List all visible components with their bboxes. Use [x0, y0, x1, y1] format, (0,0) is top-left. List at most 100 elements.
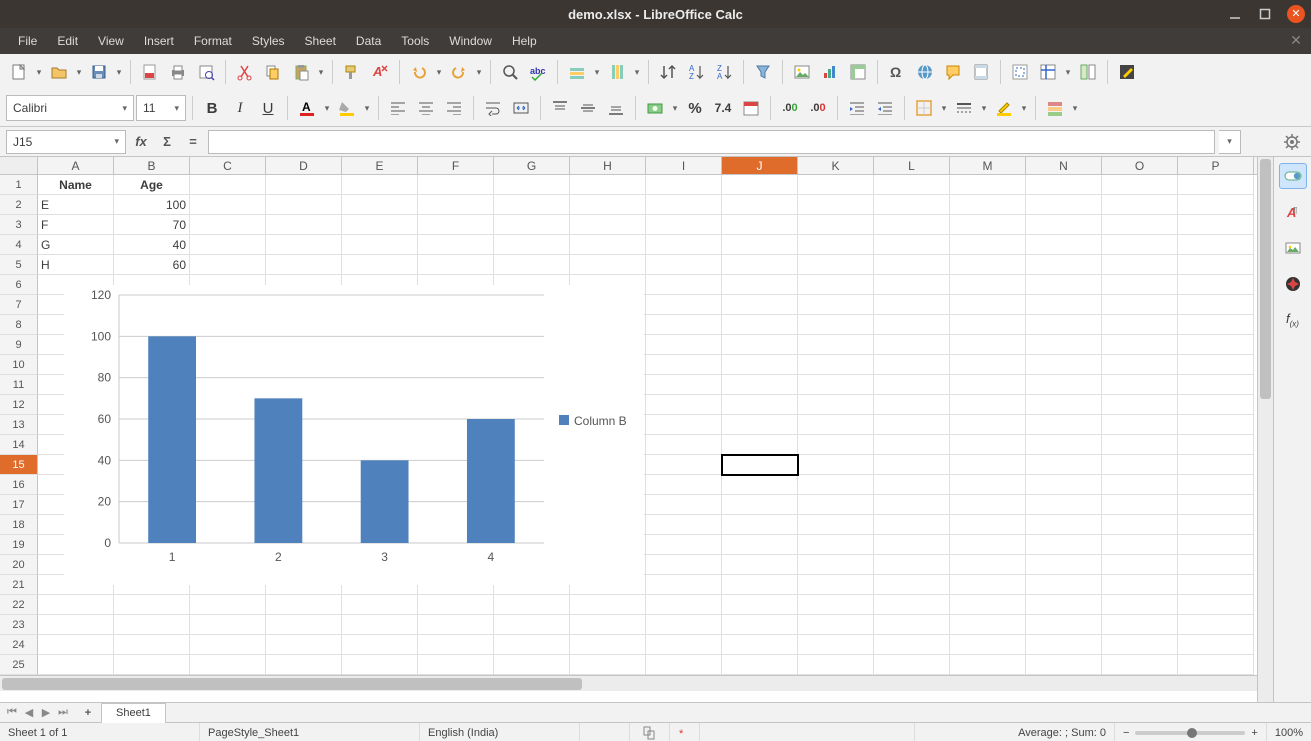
row-button[interactable]: [564, 58, 590, 86]
cell-K22[interactable]: [798, 595, 874, 615]
cell-J13[interactable]: [722, 415, 798, 435]
cell-M17[interactable]: [950, 495, 1026, 515]
cell-N23[interactable]: [1026, 615, 1102, 635]
formula-button[interactable]: =: [182, 131, 204, 153]
number-button[interactable]: 7.4: [710, 94, 736, 122]
row-header-11[interactable]: 11: [0, 375, 38, 395]
cell-P15[interactable]: [1178, 455, 1254, 475]
cell-N20[interactable]: [1026, 555, 1102, 575]
cell-K4[interactable]: [798, 235, 874, 255]
find-button[interactable]: [497, 58, 523, 86]
row-header-14[interactable]: 14: [0, 435, 38, 455]
sort-za-button[interactable]: ZA: [711, 58, 737, 86]
row-header-23[interactable]: 23: [0, 615, 38, 635]
cell-K24[interactable]: [798, 635, 874, 655]
cell-D23[interactable]: [266, 615, 342, 635]
cell-O1[interactable]: [1102, 175, 1178, 195]
cell-E2[interactable]: [342, 195, 418, 215]
draw-button[interactable]: [1114, 58, 1140, 86]
cell-H3[interactable]: [570, 215, 646, 235]
cell-L15[interactable]: [874, 455, 950, 475]
cell-N2[interactable]: [1026, 195, 1102, 215]
cell-E22[interactable]: [342, 595, 418, 615]
cell-K11[interactable]: [798, 375, 874, 395]
cell-E1[interactable]: [342, 175, 418, 195]
cell-B23[interactable]: [114, 615, 190, 635]
cell-M24[interactable]: [950, 635, 1026, 655]
row-dropdown[interactable]: ▾: [592, 58, 602, 86]
cell-N18[interactable]: [1026, 515, 1102, 535]
cell-I15[interactable]: [646, 455, 722, 475]
align-top-button[interactable]: [547, 94, 573, 122]
add-sheet-button[interactable]: +: [79, 704, 97, 722]
cell-M8[interactable]: [950, 315, 1026, 335]
row-header-20[interactable]: 20: [0, 555, 38, 575]
col-header-B[interactable]: B: [114, 157, 190, 174]
cell-G1[interactable]: [494, 175, 570, 195]
freeze-dropdown[interactable]: ▾: [1063, 58, 1073, 86]
cell-H1[interactable]: [570, 175, 646, 195]
cell-O2[interactable]: [1102, 195, 1178, 215]
row-header-6[interactable]: 6: [0, 275, 38, 295]
cell-N17[interactable]: [1026, 495, 1102, 515]
cell-J1[interactable]: [722, 175, 798, 195]
cell-O8[interactable]: [1102, 315, 1178, 335]
cell-B24[interactable]: [114, 635, 190, 655]
embedded-chart[interactable]: 0204060801001201234Column B: [64, 285, 644, 585]
cell-K15[interactable]: [798, 455, 874, 475]
currency-dropdown[interactable]: ▾: [670, 94, 680, 122]
cell-D24[interactable]: [266, 635, 342, 655]
cell-N11[interactable]: [1026, 375, 1102, 395]
cell-M18[interactable]: [950, 515, 1026, 535]
cell-J24[interactable]: [722, 635, 798, 655]
date-button[interactable]: [738, 94, 764, 122]
cell-L2[interactable]: [874, 195, 950, 215]
cell-M2[interactable]: [950, 195, 1026, 215]
cell-L20[interactable]: [874, 555, 950, 575]
cell-K13[interactable]: [798, 415, 874, 435]
col-header-N[interactable]: N: [1026, 157, 1102, 174]
cell-P11[interactable]: [1178, 375, 1254, 395]
cell-M3[interactable]: [950, 215, 1026, 235]
new-dropdown[interactable]: ▾: [34, 58, 44, 86]
cell-J22[interactable]: [722, 595, 798, 615]
col-header-C[interactable]: C: [190, 157, 266, 174]
select-all-corner[interactable]: [0, 157, 38, 174]
cell-B1[interactable]: Age: [114, 175, 190, 195]
cell-E4[interactable]: [342, 235, 418, 255]
cell-O10[interactable]: [1102, 355, 1178, 375]
cell-P18[interactable]: [1178, 515, 1254, 535]
paste-dropdown[interactable]: ▾: [316, 58, 326, 86]
cell-K21[interactable]: [798, 575, 874, 595]
cell-I18[interactable]: [646, 515, 722, 535]
cell-K7[interactable]: [798, 295, 874, 315]
cell-B2[interactable]: 100: [114, 195, 190, 215]
cell-I22[interactable]: [646, 595, 722, 615]
row-header-25[interactable]: 25: [0, 655, 38, 675]
cell-H5[interactable]: [570, 255, 646, 275]
highlight-dropdown[interactable]: ▾: [362, 94, 372, 122]
currency-button[interactable]: [642, 94, 668, 122]
sidebar-properties-button[interactable]: [1279, 163, 1307, 189]
cell-F3[interactable]: [418, 215, 494, 235]
cell-P20[interactable]: [1178, 555, 1254, 575]
row-header-1[interactable]: 1: [0, 175, 38, 195]
align-bottom-button[interactable]: [603, 94, 629, 122]
freeze-button[interactable]: [1035, 58, 1061, 86]
close-document-button[interactable]: ✕: [1287, 31, 1305, 49]
row-header-7[interactable]: 7: [0, 295, 38, 315]
cell-F24[interactable]: [418, 635, 494, 655]
cell-E25[interactable]: [342, 655, 418, 675]
cell-N21[interactable]: [1026, 575, 1102, 595]
wrap-text-button[interactable]: [480, 94, 506, 122]
cell-L9[interactable]: [874, 335, 950, 355]
close-button[interactable]: ✕: [1287, 5, 1305, 23]
cell-L14[interactable]: [874, 435, 950, 455]
cell-O25[interactable]: [1102, 655, 1178, 675]
cell-K8[interactable]: [798, 315, 874, 335]
menu-file[interactable]: File: [8, 28, 47, 54]
font-color-button[interactable]: A: [294, 94, 320, 122]
cell-N9[interactable]: [1026, 335, 1102, 355]
cell-A24[interactable]: [38, 635, 114, 655]
underline-button[interactable]: U: [255, 94, 281, 122]
